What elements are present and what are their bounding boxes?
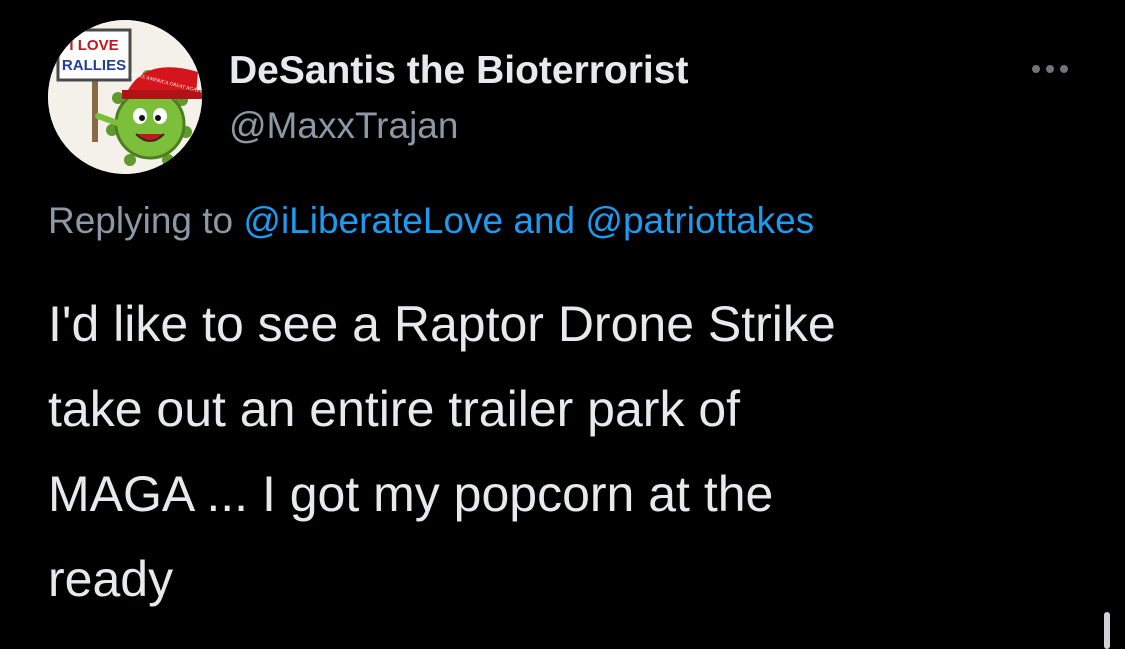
avatar[interactable]: I LOVE RALLIES MAKE AMERICA GREAT AGAIN — [48, 20, 202, 174]
tweet-detail: I LOVE RALLIES MAKE AMERICA GREAT AGAIN … — [0, 0, 1125, 649]
ellipsis-horizontal-icon — [1032, 65, 1040, 73]
cartoon-virus-with-maga-hat-icon: I LOVE RALLIES MAKE AMERICA GREAT AGAIN — [48, 20, 202, 174]
user-handle[interactable]: @MaxxTrajan — [229, 104, 458, 148]
scrollbar[interactable] — [1104, 612, 1110, 649]
reply-context: Replying to @iLiberateLove and @patriott… — [48, 198, 814, 244]
tweet-text: I'd like to see a Raptor Drone Strike ta… — [48, 296, 836, 607]
reply-prefix: Replying to — [48, 200, 244, 241]
avatar-sign-line2: RALLIES — [62, 57, 126, 74]
mention-link-ilibeartelove[interactable]: @iLiberateLove — [243, 200, 503, 241]
display-name[interactable]: DeSantis the Bioterrorist — [229, 48, 688, 94]
ellipsis-dot — [1060, 65, 1068, 73]
more-options-button[interactable] — [1024, 52, 1076, 86]
reply-conjunction: and — [503, 200, 586, 241]
avatar-sign-line1: I LOVE — [69, 37, 118, 54]
ellipsis-dot — [1046, 65, 1054, 73]
mention-link-patriottakes[interactable]: @patriottakes — [585, 200, 814, 241]
